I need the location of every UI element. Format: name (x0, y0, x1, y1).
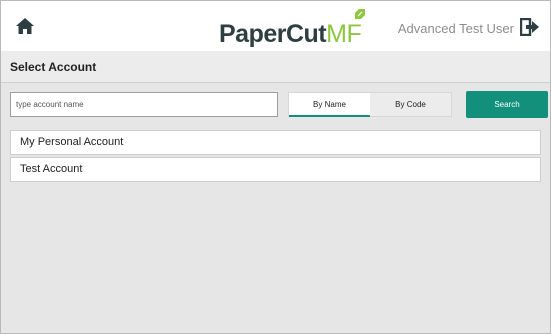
logo-text-mf: MF (326, 20, 362, 48)
header-bar: PaperCutMF Advanced Test User (1, 1, 550, 51)
logout-icon[interactable] (520, 18, 540, 36)
account-list: My Personal Account Test Account (10, 130, 541, 184)
app-frame: PaperCutMF Advanced Test User Select Acc… (0, 0, 551, 334)
search-button[interactable]: Search (466, 91, 548, 118)
search-mode-toggle: By Name By Code (288, 92, 452, 117)
by-name-option[interactable]: By Name (289, 93, 370, 117)
account-item[interactable]: My Personal Account (10, 130, 541, 155)
user-name-label: Advanced Test User (397, 21, 514, 36)
papercut-logo: PaperCutMF (219, 20, 362, 50)
page-title-bar: Select Account (1, 51, 550, 83)
account-search-input[interactable] (10, 92, 278, 117)
logo-text-papercut: PaperCut (219, 20, 327, 48)
account-item[interactable]: Test Account (10, 157, 541, 182)
by-code-option[interactable]: By Code (370, 93, 451, 116)
home-icon[interactable] (15, 16, 35, 36)
page-title: Select Account (10, 60, 97, 74)
logo-leaf-icon (355, 9, 365, 19)
